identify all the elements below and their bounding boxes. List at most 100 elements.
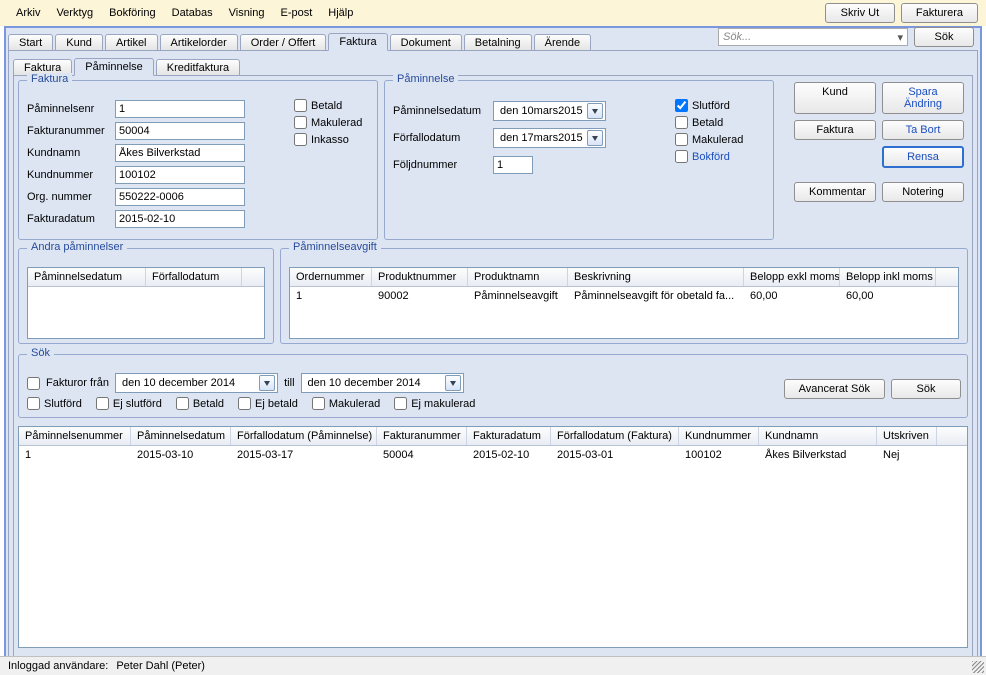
- calendar-icon[interactable]: [587, 130, 603, 146]
- check-fakturor-fran[interactable]: [27, 377, 40, 390]
- results-row[interactable]: 1 2015-03-10 2015-03-17 50004 2015-02-10…: [19, 446, 967, 464]
- tab-start[interactable]: Start: [8, 34, 53, 51]
- label-fakturadatum: Fakturadatum: [27, 213, 115, 225]
- label-faktura-betald: Betald: [311, 100, 342, 112]
- avgift-col-3[interactable]: Beskrivning: [568, 268, 744, 286]
- label-forfallodatum: Förfallodatum: [393, 132, 493, 144]
- input-paminnelsedatum[interactable]: den 10 mars 2015: [493, 101, 606, 121]
- res-col-4[interactable]: Fakturadatum: [467, 427, 551, 445]
- tab-faktura[interactable]: Faktura: [328, 33, 387, 51]
- avgift-col-0[interactable]: Ordernummer: [290, 268, 372, 286]
- check-faktura-betald[interactable]: [294, 99, 307, 112]
- check-sok-makulerad[interactable]: [312, 397, 325, 410]
- menu-epost[interactable]: E-post: [273, 5, 321, 21]
- faktura-button[interactable]: Faktura: [794, 120, 876, 140]
- andra-col-0[interactable]: Påminnelsedatum: [28, 268, 146, 286]
- tab-dokument[interactable]: Dokument: [390, 34, 462, 51]
- input-paminnelsenr[interactable]: [115, 100, 245, 118]
- menu-bokforing[interactable]: Bokföring: [101, 5, 163, 21]
- res-col-5[interactable]: Förfallodatum (Faktura): [551, 427, 679, 445]
- resize-grip-icon[interactable]: [972, 661, 984, 673]
- input-forfallodatum[interactable]: den 17 mars 2015: [493, 128, 606, 148]
- res-col-3[interactable]: Fakturanummer: [377, 427, 467, 445]
- tab-arende[interactable]: Ärende: [534, 34, 591, 51]
- label-foljdnummer: Följdnummer: [393, 159, 493, 171]
- input-fakturadatum[interactable]: [115, 210, 245, 228]
- input-sok-to[interactable]: den 10 december 2014: [301, 373, 464, 393]
- avgift-col-4[interactable]: Belopp exkl moms: [744, 268, 840, 286]
- tab-betalning[interactable]: Betalning: [464, 34, 532, 51]
- menu-hjalp[interactable]: Hjälp: [320, 5, 361, 21]
- res-col-8[interactable]: Utskriven: [877, 427, 937, 445]
- res-col-7[interactable]: Kundnamn: [759, 427, 877, 445]
- avancerat-sok-button[interactable]: Avancerat Sök: [784, 379, 885, 399]
- check-sok-betald[interactable]: [176, 397, 189, 410]
- group-avgift-title: Påminnelseavgift: [289, 241, 381, 253]
- label-paminnelse-makulerad: Makulerad: [692, 134, 743, 146]
- global-search-button[interactable]: Sök: [914, 27, 974, 47]
- label-slutford: Slutförd: [692, 100, 730, 112]
- group-sok-title: Sök: [27, 347, 54, 359]
- check-slutford[interactable]: [675, 99, 688, 112]
- input-orgnr[interactable]: [115, 188, 245, 206]
- check-bokford[interactable]: [675, 150, 688, 163]
- label-faktura-makulerad: Makulerad: [311, 117, 362, 129]
- input-kundnummer[interactable]: [115, 166, 245, 184]
- sok-button[interactable]: Sök: [891, 379, 961, 399]
- check-faktura-makulerad[interactable]: [294, 116, 307, 129]
- global-search-input[interactable]: Sök...: [718, 28, 908, 46]
- check-sok-ej-makulerad[interactable]: [394, 397, 407, 410]
- check-faktura-inkasso[interactable]: [294, 133, 307, 146]
- ta-bort-button[interactable]: Ta Bort: [882, 120, 964, 140]
- input-kundnamn[interactable]: [115, 144, 245, 162]
- kund-button[interactable]: Kund: [794, 82, 876, 114]
- label-paminnelsedatum: Påminnelsedatum: [393, 105, 493, 117]
- subtab-kreditfaktura[interactable]: Kreditfaktura: [156, 59, 240, 76]
- group-paminnelse-title: Påminnelse: [393, 73, 458, 85]
- label-bokford[interactable]: Bokförd: [692, 151, 730, 163]
- notering-button[interactable]: Notering: [882, 182, 964, 202]
- avgift-col-1[interactable]: Produktnummer: [372, 268, 468, 286]
- input-fakturanummer[interactable]: [115, 122, 245, 140]
- footer-user: Peter Dahl (Peter): [116, 660, 205, 672]
- tab-artikelorder[interactable]: Artikelorder: [160, 34, 238, 51]
- menu-arkiv[interactable]: Arkiv: [8, 5, 48, 21]
- label-till: till: [284, 377, 294, 389]
- check-sok-slutford[interactable]: [27, 397, 40, 410]
- print-button[interactable]: Skriv Ut: [825, 3, 895, 23]
- res-col-2[interactable]: Förfallodatum (Påminnelse): [231, 427, 377, 445]
- menu-verktyg[interactable]: Verktyg: [48, 5, 101, 21]
- calendar-icon[interactable]: [445, 375, 461, 391]
- input-sok-from[interactable]: den 10 december 2014: [115, 373, 278, 393]
- check-sok-ej-betald[interactable]: [238, 397, 251, 410]
- label-kundnummer: Kundnummer: [27, 169, 115, 181]
- check-paminnelse-betald[interactable]: [675, 116, 688, 129]
- check-sok-ej-slutford[interactable]: [96, 397, 109, 410]
- subtab-paminnelse[interactable]: Påminnelse: [74, 58, 153, 76]
- res-col-1[interactable]: Påminnelsedatum: [131, 427, 231, 445]
- input-foljdnummer[interactable]: [493, 156, 533, 174]
- invoice-button[interactable]: Fakturera: [901, 3, 978, 23]
- label-fakturanummer: Fakturanummer: [27, 125, 115, 137]
- tab-order-offert[interactable]: Order / Offert: [240, 34, 327, 51]
- label-faktura-inkasso: Inkasso: [311, 134, 349, 146]
- andra-col-1[interactable]: Förfallodatum: [146, 268, 242, 286]
- res-col-0[interactable]: Påminnelsenummer: [19, 427, 131, 445]
- kommentar-button[interactable]: Kommentar: [794, 182, 876, 202]
- menu-databas[interactable]: Databas: [164, 5, 221, 21]
- calendar-icon[interactable]: [587, 103, 603, 119]
- avgift-row[interactable]: 1 90002 Påminnelseavgift Påminnelseavgif…: [290, 287, 958, 305]
- group-faktura-title: Faktura: [27, 73, 72, 85]
- check-paminnelse-makulerad[interactable]: [675, 133, 688, 146]
- avgift-col-2[interactable]: Produktnamn: [468, 268, 568, 286]
- label-paminnelsenr: Påminnelsenr: [27, 103, 115, 115]
- footer-label: Inloggad användare:: [8, 660, 108, 672]
- tab-artikel[interactable]: Artikel: [105, 34, 158, 51]
- tab-kund[interactable]: Kund: [55, 34, 103, 51]
- avgift-col-5[interactable]: Belopp inkl moms: [840, 268, 936, 286]
- calendar-icon[interactable]: [259, 375, 275, 391]
- spara-andring-button[interactable]: Spara Ändring: [882, 82, 964, 114]
- menu-visning[interactable]: Visning: [221, 5, 273, 21]
- rensa-button[interactable]: Rensa: [882, 146, 964, 168]
- res-col-6[interactable]: Kundnummer: [679, 427, 759, 445]
